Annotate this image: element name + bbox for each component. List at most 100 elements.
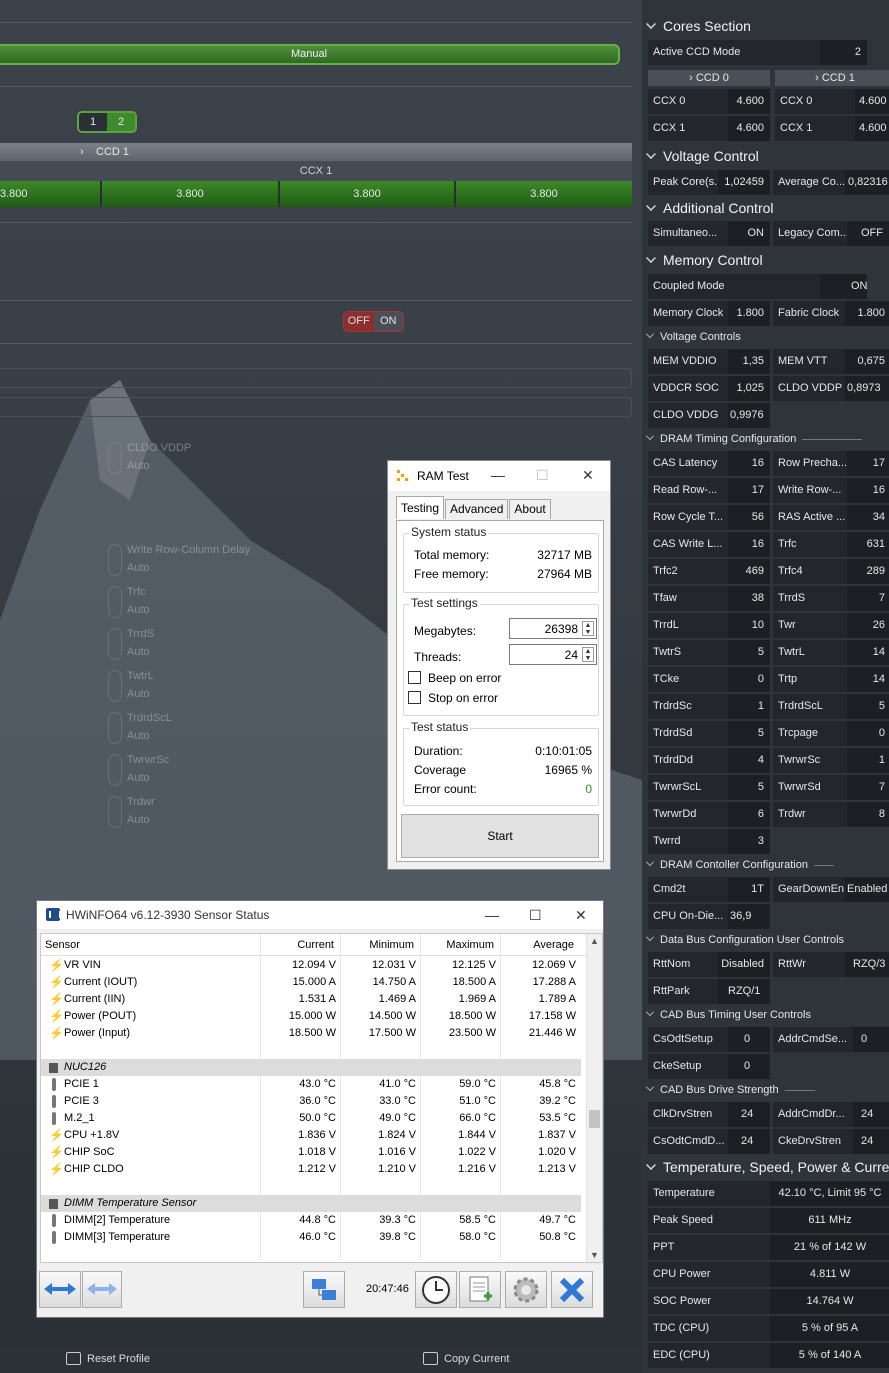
timing-row[interactable]: Trfc 631 (773, 532, 889, 557)
timing-row[interactable]: Write Row-... 16 (773, 478, 889, 503)
ckesetup-row[interactable]: CkeSetup 0 (648, 1054, 770, 1079)
timing-value[interactable]: 0 (847, 721, 889, 746)
timing-row[interactable]: Trfc2 469 (648, 559, 770, 584)
off-on-toggle[interactable]: OFF ON (343, 311, 404, 332)
ccd-header-strip[interactable]: › CCD 1 (0, 143, 632, 161)
freq-cell[interactable]: 3.800 (102, 181, 280, 207)
timing-value[interactable]: 1 (847, 748, 889, 773)
simultaneous-row[interactable]: Simultaneo... ON (648, 221, 770, 246)
memory-control-header[interactable]: Memory Control (646, 248, 889, 272)
timing-row[interactable]: TwtrS 5 (648, 640, 770, 665)
csodtsetup-row[interactable]: CsOdtSetup 0 (648, 1027, 770, 1052)
cores-section-header[interactable]: Cores Section (646, 14, 889, 38)
timing-row[interactable]: Read Row-... 17 (648, 478, 770, 503)
peak-core-row[interactable]: Peak Core(s... 1,02459 (648, 170, 770, 195)
timing-value[interactable]: 8 (847, 802, 889, 827)
clock-button[interactable] (415, 1271, 457, 1308)
ccd0-header[interactable]: › CCD 0 (648, 70, 770, 86)
minimize-icon[interactable]: — (485, 907, 499, 923)
timing-value[interactable]: 38 (728, 586, 770, 611)
timing-value[interactable]: 5 (728, 640, 770, 665)
column-header[interactable]: Current (297, 939, 334, 951)
beep-on-error-checkbox[interactable]: Beep on error (408, 671, 501, 685)
freq-cell[interactable]: 3.800 (456, 181, 632, 207)
ccx0-ccd1-row[interactable]: CCX 0 4.600 (775, 89, 889, 114)
copy-current-button[interactable]: Copy Current (423, 1352, 509, 1365)
rttpark-row[interactable]: RttPark RZQ/1 (648, 979, 770, 1004)
legacy-row[interactable]: Legacy Com... OFF (773, 221, 889, 246)
timing-row[interactable]: Row Cycle T... 56 (648, 505, 770, 530)
addrcmddrv-row[interactable]: AddrCmdDr... 24 (773, 1102, 889, 1127)
timing-value[interactable]: 16 (847, 478, 889, 503)
close-icon[interactable]: ✕ (575, 907, 587, 924)
table-row[interactable]: DIMM[3] Temperature 46.0 °C 39.8 °C 58.0 °C… (41, 1229, 581, 1246)
timing-row[interactable]: TwrwrSd 7 (773, 775, 889, 800)
threads-input[interactable]: 24 ▲ ▼ (509, 644, 597, 665)
faded-field[interactable] (0, 368, 632, 388)
timing-row[interactable]: TwrwrScL 5 (648, 775, 770, 800)
dram-controller-subheader[interactable]: DRAM Contoller Configuration (646, 856, 889, 874)
temperature-section-header[interactable]: Temperature, Speed, Power & Current (646, 1155, 889, 1179)
tab-testing[interactable]: Testing (396, 496, 445, 519)
scroll-down-icon[interactable]: ▼ (590, 1250, 599, 1260)
spinner-arrows-icon[interactable]: ▲ ▼ (582, 647, 594, 662)
timing-value[interactable]: 631 (847, 532, 889, 557)
table-row[interactable] (41, 1178, 581, 1195)
cldo-vddg-row[interactable]: CLDO VDDG 0,9976 (648, 403, 770, 428)
stop-on-error-checkbox[interactable]: Stop on error (408, 691, 498, 705)
report-button[interactable] (459, 1271, 501, 1308)
timing-row[interactable]: Twr 26 (773, 613, 889, 638)
table-row[interactable]: ⚡ CPU +1.8V 1.836 V 1.824 V 1.844 V 1.837 V (41, 1127, 581, 1144)
clkdrvstren-row[interactable]: ClkDrvStren 24 (648, 1102, 770, 1127)
timing-value[interactable]: 10 (728, 613, 770, 638)
average-core-row[interactable]: Average Co... 0,82316 (773, 170, 889, 195)
expand-arrows-button[interactable] (39, 1271, 81, 1308)
timing-value[interactable]: 6 (728, 802, 770, 827)
toggle-on[interactable]: ON (373, 312, 403, 331)
maximize-icon[interactable]: ☐ (529, 907, 542, 924)
timing-value[interactable]: 469 (728, 559, 770, 584)
timing-row[interactable]: Trtp 14 (773, 667, 889, 692)
toggle-off[interactable]: OFF (344, 312, 374, 331)
ccd-toggle-1[interactable]: 1 (79, 113, 107, 131)
timing-value[interactable]: 7 (847, 586, 889, 611)
voltage-control-header[interactable]: Voltage Control (646, 144, 889, 168)
ccx1-ccd1-row[interactable]: CCX 1 4.600 (775, 116, 889, 141)
timing-value[interactable]: 1 (728, 694, 770, 719)
ccd-toggle-2[interactable]: 2 (107, 113, 135, 131)
timing-row[interactable]: TwrwrSc 1 (773, 748, 889, 773)
close-icon[interactable]: ✕ (582, 467, 594, 484)
timing-value[interactable]: 14 (847, 640, 889, 665)
timing-row-twrrd[interactable]: Twrrd 3 (648, 829, 770, 854)
timing-value[interactable]: 5 (728, 721, 770, 746)
table-row[interactable]: ⚡ CHIP CLDO 1.212 V 1.210 V 1.216 V 1.213 V (41, 1161, 581, 1178)
timing-row[interactable]: TrrdL 10 (648, 613, 770, 638)
addrcmdsetup-row[interactable]: AddrCmdSe... 0 (773, 1027, 889, 1052)
table-row[interactable]: PCIE 1 43.0 °C 41.0 °C 59.0 °C 45.8 °C (41, 1076, 581, 1093)
timing-row[interactable]: Tfaw 38 (648, 586, 770, 611)
table-row[interactable]: ⚡ Current (IOUT) 15.000 A 14.750 A 18.500 A 1… (41, 974, 581, 991)
timing-row[interactable]: CAS Latency 16 (648, 451, 770, 476)
tab-advanced[interactable]: Advanced (445, 499, 509, 519)
settings-button[interactable] (505, 1271, 547, 1308)
cad-timing-subheader[interactable]: CAD Bus Timing User Controls (646, 1006, 889, 1024)
table-row[interactable]: M.2_1 50.0 °C 49.0 °C 66.0 °C 53.5 °C (41, 1110, 581, 1127)
rttnom-row[interactable]: RttNom Disabled (648, 952, 770, 977)
timing-value[interactable]: 17 (728, 478, 770, 503)
timing-value[interactable]: 5 (728, 775, 770, 800)
scroll-thumb[interactable] (589, 1110, 600, 1128)
timing-row[interactable]: Trfc4 289 (773, 559, 889, 584)
ccx0-ccd0-row[interactable]: CCX 0 4.600 (648, 89, 770, 114)
timing-row[interactable]: TrdrdSc 1 (648, 694, 770, 719)
timing-row[interactable]: TrdrdSd 5 (648, 721, 770, 746)
ccd-segment-toggle[interactable]: 1 2 (77, 111, 137, 133)
timing-row[interactable]: TrrdS 7 (773, 586, 889, 611)
timing-row[interactable]: Trcpage 0 (773, 721, 889, 746)
sensor-group-row[interactable]: NUC126 (41, 1059, 581, 1076)
mem-vtt-row[interactable]: MEM VTT 0,675 (773, 349, 889, 374)
data-bus-subheader[interactable]: Data Bus Configuration User Controls (646, 931, 889, 949)
table-row[interactable]: ⚡ CHIP SoC 1.018 V 1.016 V 1.022 V 1.020 V (41, 1144, 581, 1161)
additional-control-header[interactable]: Additional Control (646, 196, 889, 220)
column-header[interactable]: Minimum (369, 939, 414, 951)
cad-drive-subheader[interactable]: CAD Bus Drive Strength (646, 1081, 889, 1099)
